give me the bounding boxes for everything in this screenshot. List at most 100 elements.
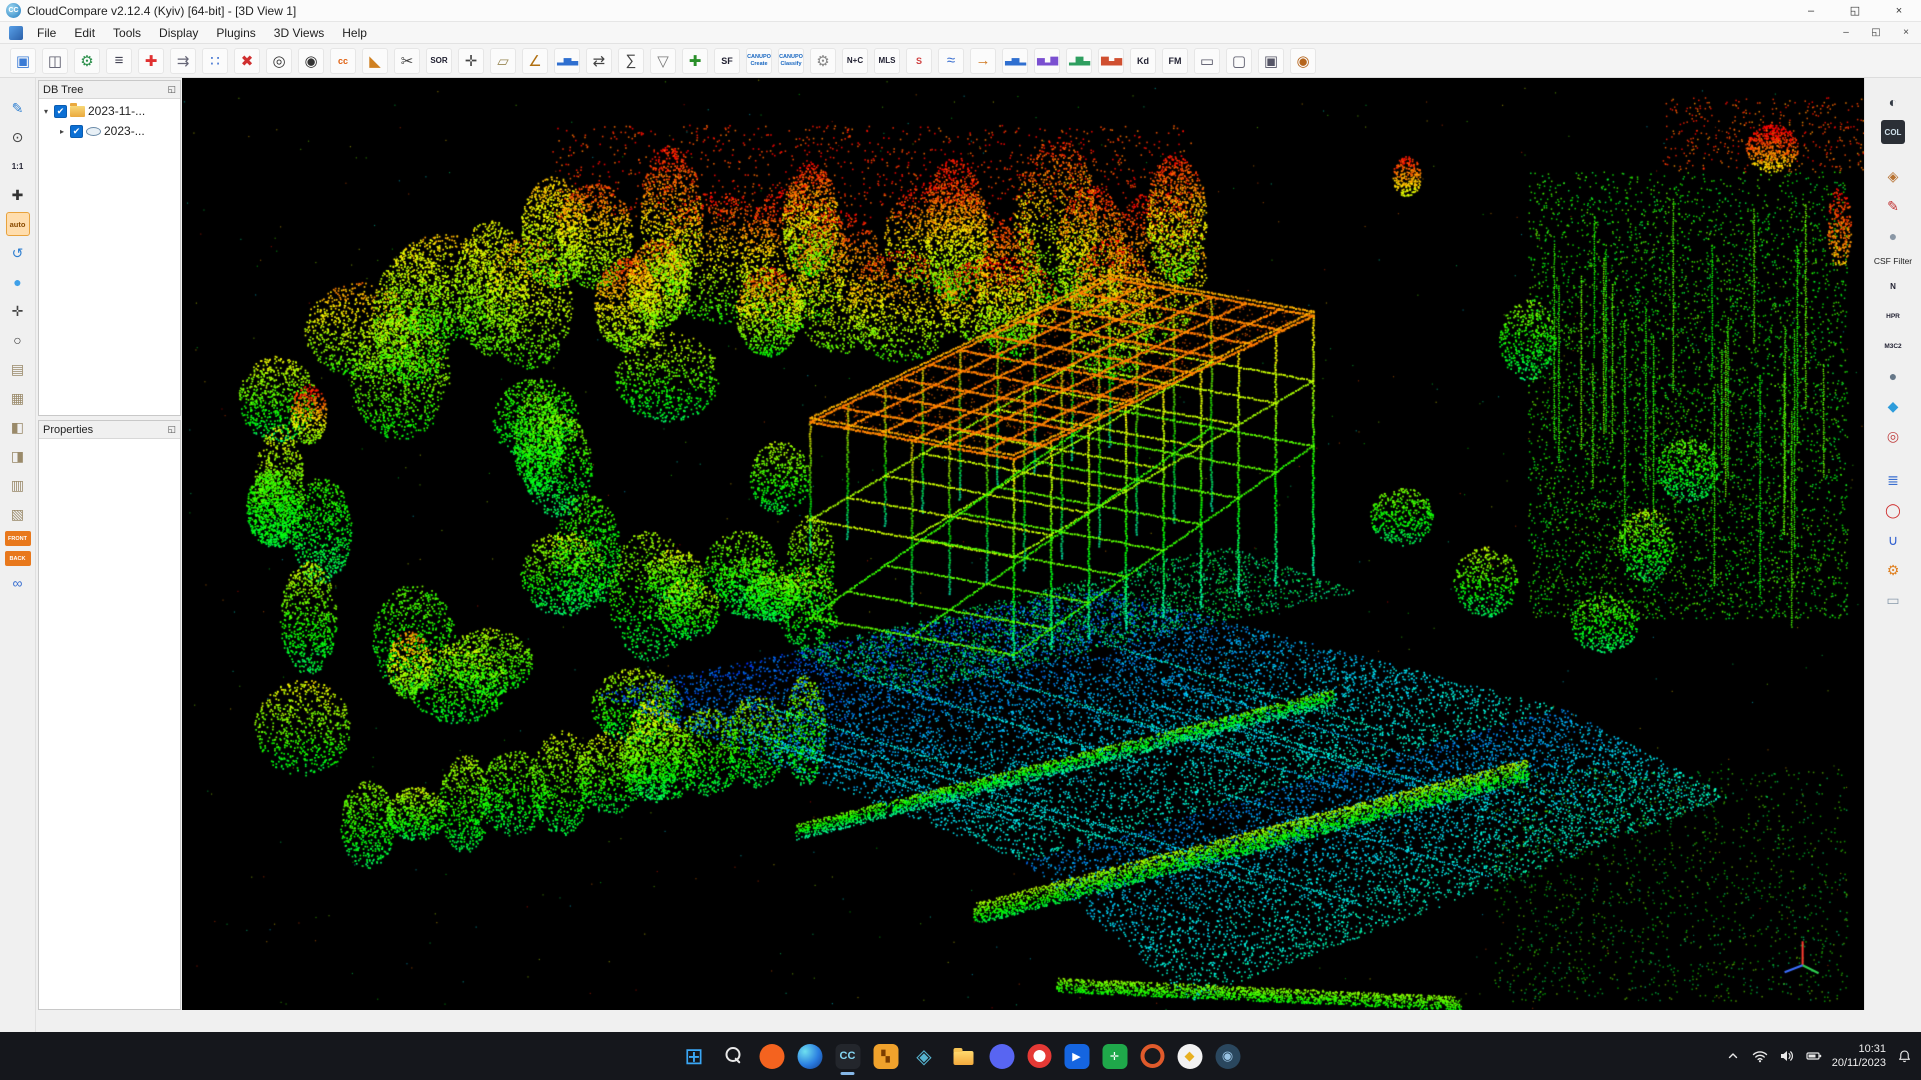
m3c2-icon[interactable]: S xyxy=(906,48,932,74)
steam-app-icon[interactable]: ◉ xyxy=(1215,1044,1240,1069)
chart-tool-icon-3[interactable]: ▂▆▃ xyxy=(1066,48,1092,74)
front-iso-view-icon[interactable]: FRONT xyxy=(5,531,31,546)
wifi-icon[interactable] xyxy=(1751,1047,1769,1065)
point-picking-icon[interactable]: ◎ xyxy=(266,48,292,74)
plugin-compass-icon[interactable]: ◎ xyxy=(1881,424,1905,448)
sf-tools-icon[interactable]: SF xyxy=(714,48,740,74)
kd-tree-icon[interactable]: Kd xyxy=(1130,48,1156,74)
tray-chevron-icon[interactable] xyxy=(1724,1047,1742,1065)
point-pair-align-icon[interactable]: cc xyxy=(330,48,356,74)
canupo-classify-icon[interactable]: CANUPO Classify xyxy=(778,48,804,74)
merge-icon[interactable]: ⇉ xyxy=(170,48,196,74)
statistics-icon[interactable]: ∑ xyxy=(618,48,644,74)
plugin-colorimetric-icon[interactable]: COL xyxy=(1881,120,1905,144)
back-iso-view-icon[interactable]: BACK xyxy=(5,551,31,566)
plugin-sphere-icon[interactable]: ● xyxy=(1881,364,1905,388)
expander-icon[interactable]: ▸ xyxy=(57,127,67,136)
chart-tool-icon-2[interactable]: ▅▂▆ xyxy=(1034,48,1060,74)
item-checkbox[interactable]: ✔ xyxy=(54,105,67,118)
plugin-ransac-icon[interactable]: ◆ xyxy=(1881,394,1905,418)
distances-icon[interactable]: ⇄ xyxy=(586,48,612,74)
render-to-file-icon[interactable]: ▣ xyxy=(1258,48,1284,74)
cube-front-view-icon[interactable]: ▦ xyxy=(6,386,30,410)
add-sf-icon[interactable]: ✚ xyxy=(682,48,708,74)
align-icon[interactable]: → xyxy=(970,48,996,74)
expander-icon[interactable]: ▾ xyxy=(41,107,51,116)
notification-bell-icon[interactable] xyxy=(1895,1047,1913,1065)
mdi-close-button[interactable]: × xyxy=(1891,23,1921,43)
edge-browser-icon[interactable] xyxy=(797,1044,822,1069)
db-tree-float-button[interactable]: ◱ xyxy=(167,84,176,95)
discord-icon[interactable] xyxy=(989,1044,1014,1069)
fast-marching-icon[interactable]: FM xyxy=(1162,48,1188,74)
plugin-layers-icon[interactable]: ≣ xyxy=(1881,468,1905,492)
csf-filter-button[interactable]: CSF Filter xyxy=(1866,254,1920,268)
plugin-normals-icon[interactable]: N xyxy=(1881,274,1905,298)
browser-orange-icon[interactable] xyxy=(759,1044,784,1069)
plugin-draw-icon[interactable]: ✎ xyxy=(1881,194,1905,218)
plugin-hpr-icon[interactable]: HPR xyxy=(1881,304,1905,328)
tree-item-2023-11[interactable]: ▾ ✔ 2023-11-... xyxy=(39,101,180,121)
dark-ring-app-icon[interactable] xyxy=(1140,1044,1164,1068)
bubble-view-icon[interactable]: ● xyxy=(6,270,30,294)
translate-rotate-icon[interactable]: ✛ xyxy=(458,48,484,74)
primitive-factory-icon[interactable]: ◣ xyxy=(362,48,388,74)
screenshot-icon[interactable]: ▭ xyxy=(1194,48,1220,74)
menu-plugins[interactable]: Plugins xyxy=(207,24,264,42)
filter-sf-icon[interactable]: ▽ xyxy=(650,48,676,74)
gear-plus-icon[interactable]: ⚙ xyxy=(810,48,836,74)
start-button[interactable]: ⊞ xyxy=(681,1043,707,1069)
cross-section-icon[interactable]: ▱ xyxy=(490,48,516,74)
cube-right-view-icon[interactable]: ◨ xyxy=(6,444,30,468)
subsample-icon[interactable]: ∷ xyxy=(202,48,228,74)
delete-icon[interactable]: ✖ xyxy=(234,48,260,74)
clock[interactable]: 10:31 20/11/2023 xyxy=(1832,1042,1886,1071)
zoom-1-1-icon[interactable]: 1:1 xyxy=(6,154,30,178)
minimize-button[interactable]: – xyxy=(1789,0,1833,21)
blue-media-app-icon[interactable]: ▶ xyxy=(1064,1044,1089,1069)
zoom-plus-icon[interactable]: ✚ xyxy=(6,183,30,207)
search-button[interactable] xyxy=(720,1043,746,1069)
global-shift-icon[interactable]: ⚙ xyxy=(74,48,100,74)
pivot-icon[interactable]: ↺ xyxy=(6,241,30,265)
plugin-facets-icon[interactable]: ◈ xyxy=(1881,164,1905,188)
stereo-icon[interactable]: ∞ xyxy=(6,571,30,595)
volume-icon[interactable] xyxy=(1778,1047,1796,1065)
histogram-icon[interactable]: ▂▅▃ xyxy=(554,48,580,74)
tree-item-2023[interactable]: ▸ ✔ 2023-... xyxy=(55,121,180,141)
layers-app-icon[interactable]: ◈ xyxy=(911,1043,937,1069)
cube-left-view-icon[interactable]: ◧ xyxy=(6,415,30,439)
plugin-ruler-icon[interactable]: ▭ xyxy=(1881,588,1905,612)
plugin-pcv-icon[interactable]: ● xyxy=(1881,224,1905,248)
battery-icon[interactable] xyxy=(1805,1047,1823,1065)
chart-tool-icon-1[interactable]: ▃▅▂ xyxy=(1002,48,1028,74)
clone-icon[interactable]: ✚ xyxy=(138,48,164,74)
menu-help[interactable]: Help xyxy=(333,24,376,42)
properties-float-button[interactable]: ◱ xyxy=(167,424,176,435)
mdi-child-icon[interactable] xyxy=(9,26,23,40)
red-ring-app-icon[interactable] xyxy=(1027,1044,1051,1068)
pen-tool-icon[interactable]: ✎ xyxy=(6,96,30,120)
plugin-m3c2-icon[interactable]: M3C2 xyxy=(1881,334,1905,358)
cube-bottom-view-icon[interactable]: ▧ xyxy=(6,502,30,526)
cube-top-view-icon[interactable]: ▤ xyxy=(6,357,30,381)
file-explorer-icon[interactable] xyxy=(950,1043,976,1069)
segment-scissors-icon[interactable]: ✂ xyxy=(394,48,420,74)
canupo-create-icon[interactable]: CANUPO Create xyxy=(746,48,772,74)
item-checkbox[interactable]: ✔ xyxy=(70,125,83,138)
plugin-magnet-icon[interactable]: ∪ xyxy=(1881,528,1905,552)
level-icon[interactable]: ∠ xyxy=(522,48,548,74)
console-icon[interactable]: ≡ xyxy=(106,48,132,74)
menu-tools[interactable]: Tools xyxy=(104,24,150,42)
sor-filter-icon[interactable]: SOR xyxy=(426,48,452,74)
plugin-animation-icon[interactable]: ◐ xyxy=(1881,90,1905,114)
mdi-minimize-button[interactable]: – xyxy=(1831,23,1861,43)
open-icon[interactable]: ▣ xyxy=(10,48,36,74)
orange-tile-app-icon[interactable]: ▚ xyxy=(873,1044,898,1069)
plugin-gear-icon[interactable]: ⚙ xyxy=(1881,558,1905,582)
chart-tool-icon-4[interactable]: ▆▃▅ xyxy=(1098,48,1124,74)
magnifier-icon[interactable]: ○ xyxy=(6,328,30,352)
point-list-picking-icon[interactable]: ◉ xyxy=(298,48,324,74)
monitor-icon[interactable]: ▢ xyxy=(1226,48,1252,74)
pan-icon[interactable]: ✛ xyxy=(6,299,30,323)
